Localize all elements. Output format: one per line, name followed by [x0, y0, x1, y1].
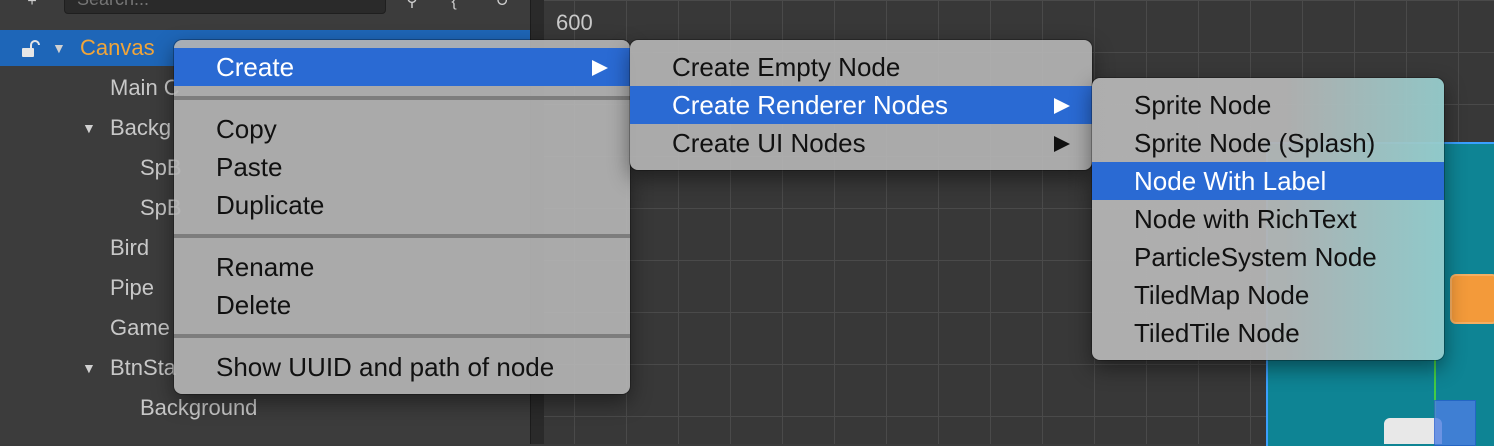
- menu-item-label: Create Renderer Nodes: [672, 90, 949, 120]
- submenu-arrow-icon: [592, 60, 608, 76]
- scene-ruler-label: 600: [556, 10, 593, 35]
- unlock-icon[interactable]: [20, 40, 40, 58]
- tree-label: Bird: [110, 235, 150, 260]
- tree-label: Background: [140, 395, 258, 420]
- expand-arrow-icon[interactable]: ▼: [82, 350, 96, 386]
- tree-label: Game: [110, 315, 170, 340]
- menu-item-sprite-node[interactable]: Sprite Node: [1092, 86, 1444, 124]
- menu-item-rename[interactable]: Rename: [174, 248, 630, 286]
- menu-item-label: Paste: [216, 152, 283, 182]
- expand-arrow-icon[interactable]: ▼: [82, 110, 96, 146]
- menu-separator: [174, 334, 630, 338]
- search-input[interactable]: [77, 0, 367, 7]
- menu-item-label: Duplicate: [216, 190, 325, 220]
- context-menu: Create Copy Paste Duplicate Rename Delet…: [174, 40, 630, 394]
- collapse-icon[interactable]: {: [444, 0, 464, 12]
- menu-separator: [174, 96, 630, 100]
- menu-item-create-empty-node[interactable]: Create Empty Node: [630, 48, 1092, 86]
- tree-label: Pipe: [110, 275, 155, 300]
- search-icon[interactable]: ⚲: [402, 0, 422, 12]
- search-box[interactable]: [64, 0, 386, 14]
- expand-arrow-icon[interactable]: ▼: [52, 30, 66, 66]
- menu-item-tiledmap-node[interactable]: TiledMap Node: [1092, 276, 1444, 314]
- hierarchy-toolbar: + ⚲ { ↻: [0, 0, 530, 16]
- renderer-nodes-submenu: Sprite Node Sprite Node (Splash) Node Wi…: [1092, 78, 1444, 360]
- menu-item-duplicate[interactable]: Duplicate: [174, 186, 630, 224]
- menu-item-node-with-richtext[interactable]: Node with RichText: [1092, 200, 1444, 238]
- menu-item-particlesystem-node[interactable]: ParticleSystem Node: [1092, 238, 1444, 276]
- submenu-arrow-icon: [1054, 136, 1070, 152]
- menu-item-tiledtile-node[interactable]: TiledTile Node: [1092, 314, 1444, 352]
- menu-item-label: Copy: [216, 114, 277, 144]
- tree-label: BtnSta: [110, 355, 177, 380]
- menu-item-label: ParticleSystem Node: [1134, 242, 1377, 272]
- menu-item-create[interactable]: Create: [174, 48, 630, 86]
- menu-item-label: Node With Label: [1134, 166, 1327, 196]
- menu-separator: [174, 234, 630, 238]
- menu-item-label: Create Empty Node: [672, 52, 901, 82]
- menu-item-node-with-label[interactable]: Node With Label: [1092, 162, 1444, 200]
- menu-item-create-ui-nodes[interactable]: Create UI Nodes: [630, 124, 1092, 162]
- menu-item-show-uuid[interactable]: Show UUID and path of node: [174, 348, 630, 386]
- scene-button-sprite[interactable]: [1450, 274, 1494, 324]
- menu-item-label: Sprite Node: [1134, 90, 1272, 120]
- menu-item-label: TiledTile Node: [1134, 318, 1300, 348]
- menu-item-delete[interactable]: Delete: [174, 286, 630, 324]
- menu-item-label: Show UUID and path of node: [216, 352, 555, 382]
- tree-label: Canvas: [80, 35, 155, 60]
- create-submenu: Create Empty Node Create Renderer Nodes …: [630, 40, 1092, 170]
- menu-item-label: Create UI Nodes: [672, 128, 866, 158]
- scene-selection-gizmo[interactable]: [1434, 400, 1476, 446]
- menu-item-label: Rename: [216, 252, 315, 282]
- menu-item-label: TiledMap Node: [1134, 280, 1310, 310]
- menu-item-copy[interactable]: Copy: [174, 110, 630, 148]
- menu-item-label: Sprite Node (Splash): [1134, 128, 1376, 158]
- menu-item-label: Create: [216, 52, 295, 82]
- menu-item-create-renderer-nodes[interactable]: Create Renderer Nodes: [630, 86, 1092, 124]
- submenu-arrow-icon: [1054, 98, 1070, 114]
- menu-item-label: Node with RichText: [1134, 204, 1357, 234]
- menu-item-paste[interactable]: Paste: [174, 148, 630, 186]
- tree-label: Backg: [110, 115, 172, 140]
- tree-label: Main C: [110, 75, 180, 100]
- menu-item-label: Delete: [216, 290, 292, 320]
- tree-row[interactable]: Background: [0, 390, 530, 426]
- add-icon[interactable]: +: [22, 0, 42, 12]
- menu-item-sprite-node-splash[interactable]: Sprite Node (Splash): [1092, 124, 1444, 162]
- refresh-icon[interactable]: ↻: [492, 0, 512, 12]
